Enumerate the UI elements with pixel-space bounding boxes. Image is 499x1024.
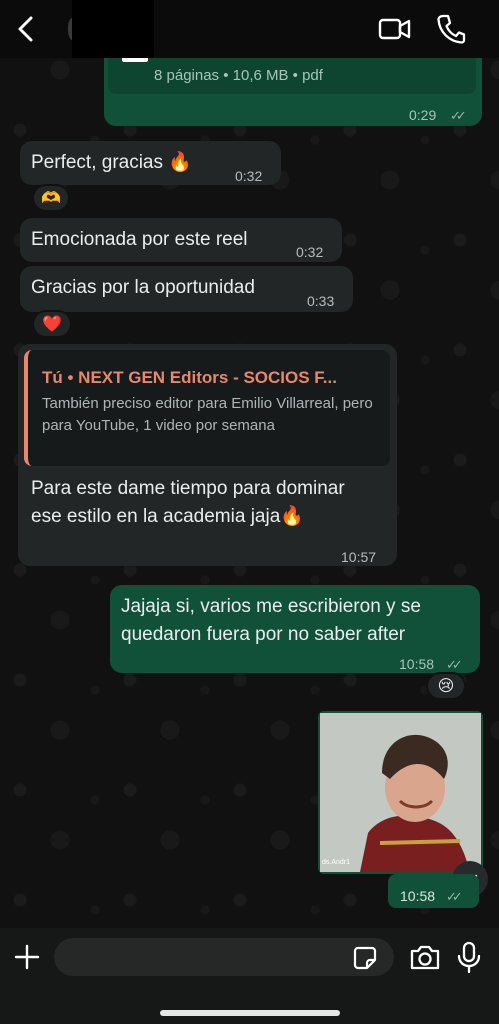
chevron-left-icon [18, 16, 33, 42]
video-camera-icon [378, 18, 411, 40]
reaction-emoji: 🫶 [41, 190, 61, 207]
image-watermark: ds.Andr1 [322, 859, 351, 866]
chat-header [0, 0, 499, 58]
message-reaction[interactable]: ❤️ [32, 310, 72, 338]
phone-icon [437, 14, 466, 44]
contact-name-redacted[interactable] [72, 0, 154, 58]
plus-icon [14, 944, 40, 970]
message-reaction[interactable]: 😢 [426, 672, 466, 700]
back-button[interactable] [10, 12, 40, 46]
message-text: Para este dame tiempo para dominar ese e… [31, 478, 345, 527]
message-time: 0:32 [296, 244, 324, 260]
message-text: Emocionada por este reel [31, 229, 248, 250]
message-text: Perfect, gracias 🔥 [31, 152, 192, 173]
reaction-emoji: 😢 [437, 678, 455, 695]
microphone-icon [457, 941, 481, 974]
read-receipt-icon: ✓✓ [450, 108, 467, 123]
video-call-button[interactable] [378, 15, 412, 43]
message-time: 0:29 [409, 107, 437, 123]
photo-person-illustration [320, 713, 481, 872]
composer-bar [0, 928, 499, 1024]
reaction-emoji: ❤️ [42, 316, 62, 333]
quoted-message[interactable]: Tú • NEXT GEN Editors - SOCIOS F... Tamb… [24, 350, 390, 466]
incoming-reply-message[interactable]: Tú • NEXT GEN Editors - SOCIOS F... Tamb… [18, 344, 397, 566]
message-time: 10:58 [400, 888, 436, 904]
message-time: 10:58 [399, 656, 435, 672]
message-time: 0:32 [235, 168, 263, 184]
attach-button[interactable] [12, 942, 42, 972]
outgoing-message[interactable]: Jajaja si, varios me escribieron y se qu… [110, 585, 480, 673]
camera-icon [410, 945, 440, 970]
document-meta: 8 páginas • 10,6 MB • pdf [154, 67, 323, 84]
sticker-button[interactable] [352, 945, 378, 971]
read-receipt-icon: ✓✓ [446, 889, 463, 904]
image-message[interactable]: ds.Andr1 [318, 711, 483, 874]
incoming-message[interactable]: Gracias por la oportunidad 0:33 [20, 266, 353, 312]
message-reaction[interactable]: 🫶 [32, 184, 70, 212]
incoming-message[interactable]: Emocionada por este reel 0:32 [20, 218, 342, 262]
voice-call-button[interactable] [436, 13, 466, 45]
message-text: Jajaja si, varios me escribieron y se qu… [121, 596, 421, 645]
message-input[interactable] [54, 938, 394, 976]
message-time: 0:33 [307, 293, 335, 309]
image-timestamp: 10:58 ✓✓ [388, 874, 479, 908]
message-time: 10:57 [341, 549, 377, 565]
message-text: Gracias por la oportunidad [31, 277, 255, 298]
incoming-message[interactable]: Perfect, gracias 🔥 0:32 [20, 141, 281, 185]
voice-message-button[interactable] [456, 940, 482, 974]
image-thumbnail[interactable]: ds.Andr1 [320, 713, 481, 872]
sticker-icon [353, 946, 377, 970]
home-indicator [160, 1010, 340, 1016]
quote-author: Tú • NEXT GEN Editors - SOCIOS F... [42, 368, 337, 387]
quote-text: También preciso editor para Emilio Villa… [42, 395, 373, 434]
camera-button[interactable] [408, 942, 442, 972]
